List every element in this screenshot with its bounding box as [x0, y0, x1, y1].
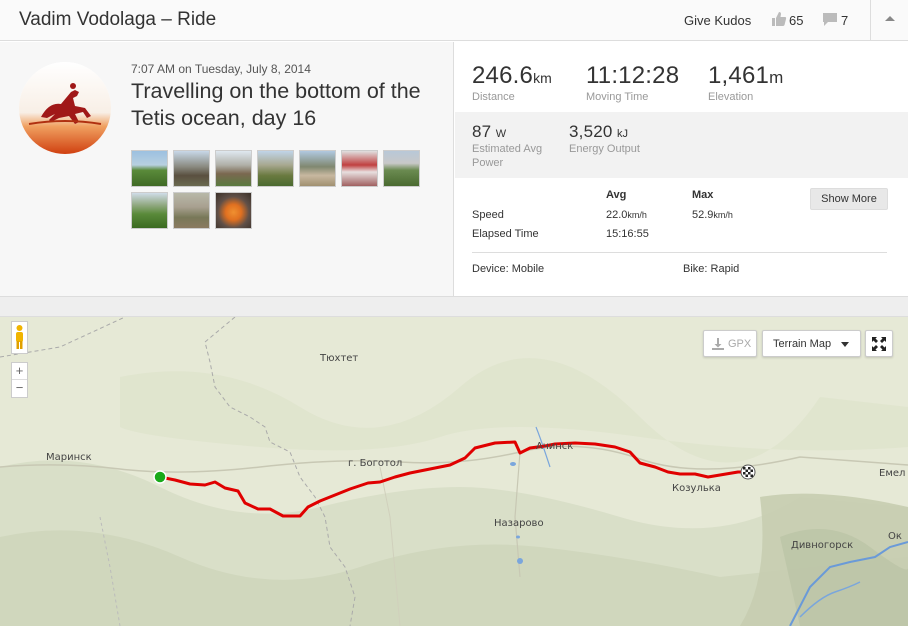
map-label-kozulka: Козулька: [672, 483, 721, 494]
photo-thumbnail[interactable]: [173, 150, 210, 187]
map-label-divnogorsk: Дивногорск: [791, 540, 854, 551]
elevation-label: Elevation: [708, 91, 754, 103]
finish-marker: [740, 464, 756, 480]
photo-thumbnail[interactable]: [215, 192, 252, 229]
moving-time-label: Moving Time: [586, 91, 649, 103]
moving-time-value: 11:12:28: [586, 62, 680, 89]
speed-label: Speed: [472, 209, 504, 221]
divider: [472, 252, 887, 253]
fullscreen-button[interactable]: [865, 330, 893, 357]
zoom-control: + −: [11, 362, 28, 398]
section-divider: [0, 296, 908, 317]
zoom-out-button[interactable]: −: [12, 380, 27, 397]
chevron-up-icon: [885, 16, 895, 21]
terrain-layer: [0, 317, 908, 626]
route-map[interactable]: Тюхтет Маринск г. Боготол Ачинск Козульк…: [0, 317, 908, 626]
photo-thumbnail[interactable]: [341, 150, 378, 187]
avatar[interactable]: [19, 62, 111, 154]
energy-label: Energy Output: [569, 143, 640, 155]
map-label-tyukhtet: Тюхтет: [320, 353, 359, 364]
stat-moving-time: 11:12:28 Moving Time: [586, 62, 679, 103]
photo-thumbnail[interactable]: [299, 150, 336, 187]
speed-avg-value: 22.0: [606, 209, 628, 221]
gpx-download-button[interactable]: GPX: [703, 330, 757, 357]
photo-thumbnail[interactable]: [131, 192, 168, 229]
fullscreen-icon: [872, 337, 886, 351]
gpx-label: GPX: [728, 338, 752, 350]
kudos-count: 65: [789, 13, 804, 28]
map-label-emel: Емел: [879, 468, 906, 479]
collapse-button[interactable]: [870, 0, 908, 40]
distance-unit: km: [533, 70, 552, 86]
map-label-achinsk: Ачинск: [536, 441, 574, 452]
map-label-ok: Ок: [888, 531, 902, 542]
map-type-select[interactable]: Terrain Map: [762, 330, 861, 357]
comment-icon[interactable]: [822, 12, 838, 27]
column-max: Max: [692, 189, 714, 201]
download-icon: [712, 338, 724, 350]
show-more-button[interactable]: Show More: [810, 188, 888, 210]
map-label-nazarovo: Назарово: [494, 518, 544, 529]
map-type-label: Terrain Map: [773, 338, 832, 350]
page-title: Vadim Vodolaga – Ride: [19, 9, 217, 30]
zoom-in-button[interactable]: +: [12, 363, 27, 380]
power-value: 87: [472, 122, 492, 141]
thumbs-up-icon[interactable]: [771, 11, 787, 27]
map-label-mariinsk: Маринск: [46, 452, 92, 463]
elevation-value: 1,461: [708, 62, 770, 89]
speed-avg: 22.0km/h: [606, 209, 647, 221]
power-label-line1: Estimated Avg: [472, 143, 543, 155]
start-marker: [153, 470, 167, 484]
photo-thumbnail[interactable]: [383, 150, 420, 187]
speed-max-value: 52.9: [692, 209, 714, 221]
device-info: Device: Mobile: [472, 263, 545, 275]
speed-max: 52.9km/h: [692, 209, 733, 221]
power-label-line2: Power: [472, 157, 504, 169]
distance-label: Distance: [472, 91, 515, 103]
stat-energy: 3,520 kJ Energy Output: [569, 122, 640, 156]
stat-power: 87 W Estimated Avg Power: [472, 122, 542, 170]
activity-stats: 246.6km Distance 11:12:28 Moving Time 1,…: [455, 42, 908, 296]
elevation-unit: m: [769, 68, 784, 87]
elapsed-avg: 15:16:55: [606, 228, 649, 240]
activity-summary: 7:07 AM on Tuesday, July 8, 2014 Travell…: [0, 42, 454, 296]
stat-distance: 246.6km Distance: [472, 62, 552, 103]
caret-down-icon: [841, 342, 849, 347]
activity-header: Vadim Vodolaga – Ride Give Kudos 65 7: [0, 0, 908, 41]
energy-unit: kJ: [617, 128, 628, 140]
speed-max-unit: km/h: [713, 210, 733, 220]
distance-value: 246.6: [472, 62, 534, 89]
comment-count: 7: [841, 13, 849, 28]
power-unit: W: [495, 128, 507, 140]
speed-avg-unit: km/h: [627, 210, 647, 220]
bike-info: Bike: Rapid: [683, 263, 740, 275]
photo-thumbnail[interactable]: [215, 150, 252, 187]
stat-elevation: 1,461m Elevation: [708, 62, 783, 103]
activity-name: Travelling on the bottom of the Tetis oc…: [131, 79, 421, 130]
column-avg: Avg: [606, 189, 627, 201]
map-label-bogotol: г. Боготол: [348, 458, 403, 469]
pegman-icon: [16, 325, 23, 349]
photo-thumbnail[interactable]: [257, 150, 294, 187]
photo-thumbnail[interactable]: [173, 192, 210, 229]
give-kudos-link[interactable]: Give Kudos: [684, 13, 751, 28]
elapsed-label: Elapsed Time: [472, 228, 539, 240]
street-view-pegman[interactable]: [11, 321, 28, 354]
photo-thumbnail[interactable]: [131, 150, 168, 187]
energy-value: 3,520: [569, 122, 613, 141]
activity-date: 7:07 AM on Tuesday, July 8, 2014: [131, 62, 311, 76]
secondary-stats: 87 W Estimated Avg Power 3,520 kJ Energy…: [455, 112, 908, 178]
